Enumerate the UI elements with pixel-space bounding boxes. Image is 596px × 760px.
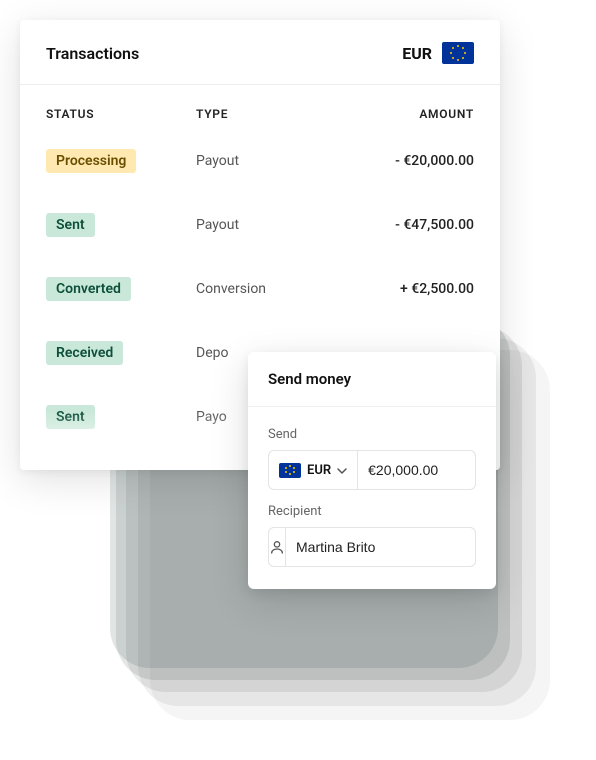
chevron-down-icon (337, 465, 347, 475)
send-amount-row: EUR (268, 450, 476, 490)
table-header: STATUS TYPE AMOUNT (20, 85, 500, 129)
col-amount: AMOUNT (326, 107, 474, 121)
status-badge: Converted (46, 277, 131, 301)
status-badge: Sent (46, 405, 95, 429)
amount-cell: - €47,500.00 (326, 217, 474, 233)
col-status: STATUS (46, 107, 196, 121)
table-row[interactable]: Converted Conversion + €2,500.00 (20, 257, 500, 321)
currency-picker[interactable]: EUR (269, 451, 358, 489)
status-badge: Processing (46, 149, 136, 173)
transactions-header: Transactions EUR (20, 20, 500, 85)
send-label: Send (268, 427, 476, 442)
status-badge: Sent (46, 213, 95, 237)
recipient-row (268, 527, 476, 567)
transactions-title: Transactions (46, 44, 139, 63)
person-icon (269, 528, 286, 566)
recipient-label: Recipient (268, 504, 476, 519)
send-money-title: Send money (248, 352, 496, 407)
col-type: TYPE (196, 107, 326, 121)
amount-cell: + €2,500.00 (326, 281, 474, 297)
type-cell: Conversion (196, 281, 326, 297)
send-money-card: Send money Send EUR Recipient (248, 352, 496, 589)
recipient-input[interactable] (286, 539, 476, 555)
eu-flag-icon (279, 463, 301, 478)
type-cell: Payout (196, 217, 326, 233)
currency-code: EUR (402, 44, 432, 63)
amount-input[interactable] (358, 451, 476, 489)
eu-flag-icon (442, 42, 474, 64)
currency-selector[interactable]: EUR (402, 42, 474, 64)
table-row[interactable]: Sent Payout - €47,500.00 (20, 193, 500, 257)
type-cell: Payout (196, 153, 326, 169)
table-row[interactable]: Processing Payout - €20,000.00 (20, 129, 500, 193)
status-badge: Received (46, 341, 123, 365)
amount-cell: - €20,000.00 (326, 153, 474, 169)
currency-picker-code: EUR (307, 463, 331, 478)
